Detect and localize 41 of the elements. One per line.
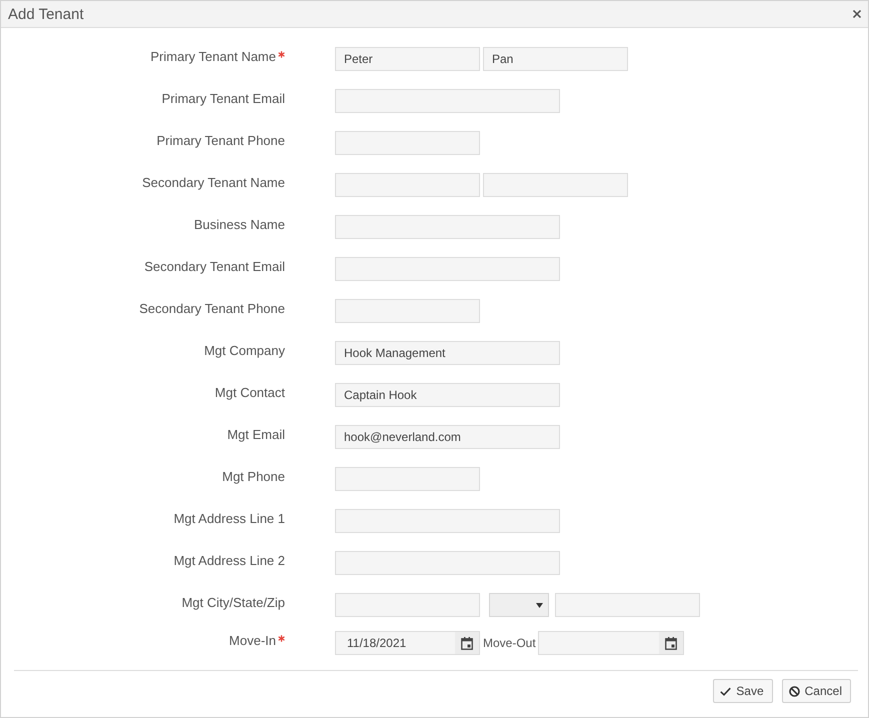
cancel-button[interactable]: Cancel xyxy=(782,679,851,703)
field-label: Secondary Tenant Email xyxy=(144,259,285,275)
check-icon xyxy=(720,686,732,696)
phone-field[interactable] xyxy=(335,299,480,323)
last-name-field[interactable] xyxy=(483,173,628,197)
phone-field[interactable] xyxy=(335,131,480,155)
field-label: Mgt Email xyxy=(227,427,285,443)
close-icon[interactable] xyxy=(853,10,861,18)
input-field[interactable] xyxy=(335,89,560,113)
field-label: Mgt Contact xyxy=(214,385,285,401)
state-select[interactable] xyxy=(489,593,549,617)
first-name-field[interactable]: Peter xyxy=(335,47,480,71)
field-label: Secondary Tenant Phone xyxy=(139,301,285,317)
field-label: Primary Tenant Email xyxy=(162,91,285,107)
field-label: Move-In xyxy=(229,633,276,649)
input-field[interactable] xyxy=(335,509,560,533)
field-label: Mgt Company xyxy=(204,343,285,359)
field-label: Move-Out xyxy=(483,636,536,650)
input-field[interactable]: hook@neverland.com xyxy=(335,425,560,449)
input-field[interactable] xyxy=(335,215,560,239)
last-name-field[interactable]: Pan xyxy=(483,47,628,71)
field-label: Business Name xyxy=(194,217,285,233)
field-label: Primary Tenant Phone xyxy=(156,133,285,149)
input-field[interactable] xyxy=(335,257,560,281)
caret-icon xyxy=(536,602,543,608)
window-title: Add Tenant xyxy=(8,6,84,22)
save-button[interactable]: Save xyxy=(713,679,773,703)
field-label: Mgt Address Line 1 xyxy=(174,511,285,527)
city-field[interactable] xyxy=(335,593,480,617)
ban-icon xyxy=(788,686,800,696)
field-label: Mgt Phone xyxy=(222,469,285,485)
input-field[interactable] xyxy=(335,551,560,575)
field-label: Mgt City/State/Zip xyxy=(182,595,285,611)
phone-field[interactable] xyxy=(335,467,480,491)
field-label: Secondary Tenant Name xyxy=(142,175,285,191)
input-field[interactable]: Captain Hook xyxy=(335,383,560,407)
field-label: Mgt Address Line 2 xyxy=(174,553,285,569)
zip-field[interactable] xyxy=(555,593,700,617)
first-name-field[interactable] xyxy=(335,173,480,197)
field-label: Primary Tenant Name xyxy=(150,49,276,65)
input-field[interactable]: Hook Management xyxy=(335,341,560,365)
